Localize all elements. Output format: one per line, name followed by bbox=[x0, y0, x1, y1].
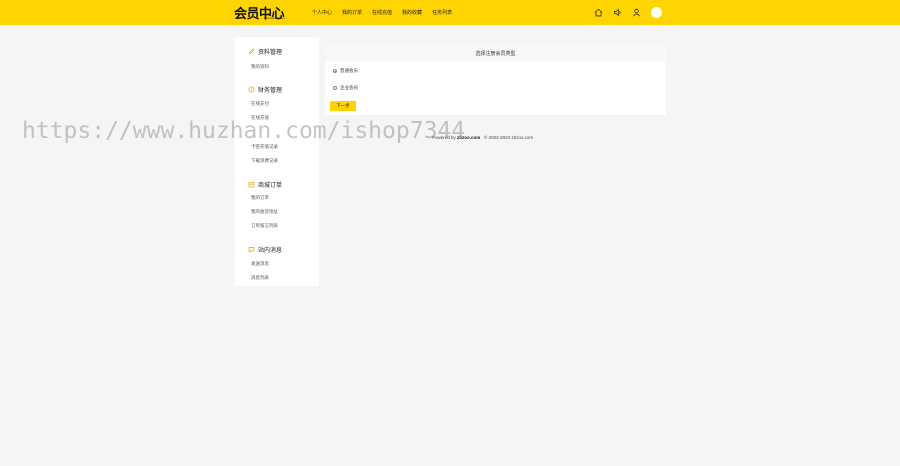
option-regular-member[interactable]: 普通会员 bbox=[333, 68, 358, 74]
sidebar-item-card-recharge-log[interactable]: 卡密充值记录 bbox=[251, 144, 278, 150]
sidebar-section-messages: 站内消息 bbox=[248, 245, 282, 254]
sidebar-section-profile: 资料管理 bbox=[248, 47, 282, 56]
sidebar-item-my-profile[interactable]: 我的资料 bbox=[251, 64, 269, 70]
nav-item-tasks[interactable]: 任务列表 bbox=[432, 9, 452, 16]
nav-item-recharge[interactable]: 在线充值 bbox=[372, 9, 392, 16]
sidebar-item-message-list[interactable]: 消息列表 bbox=[251, 275, 269, 281]
sidebar-section-title: 资料管理 bbox=[258, 50, 283, 56]
main-nav: 个人中心 我的订单 在线充值 我的收藏 任务列表 bbox=[312, 9, 452, 16]
avatar[interactable] bbox=[651, 7, 662, 18]
message-icon bbox=[248, 246, 255, 253]
radio-regular[interactable] bbox=[333, 69, 337, 73]
top-header: 会员中心 Member Center 个人中心 我的订单 在线充值 我的收藏 任… bbox=[0, 0, 900, 25]
edit-icon bbox=[248, 48, 255, 55]
sidebar-item-send-message[interactable]: 发送消息 bbox=[251, 261, 269, 267]
sidebar-item-order-messages[interactable]: 订单留言列表 bbox=[251, 223, 278, 229]
footer: Powered by zbzoo.com © 2022-2024 zbzoo.c… bbox=[432, 135, 533, 140]
header-icons bbox=[592, 6, 662, 19]
sidebar-item-address[interactable]: 我的收货地址 bbox=[251, 209, 278, 215]
home-icon[interactable] bbox=[592, 7, 604, 19]
nav-item-member-center[interactable]: 个人中心 bbox=[312, 9, 332, 16]
panel-title: 选择注册会员类型 bbox=[325, 44, 666, 62]
sidebar-item-my-orders[interactable]: 我的订单 bbox=[251, 195, 269, 201]
option-label: 企业会员 bbox=[340, 85, 358, 90]
next-step-button[interactable]: 下一步 bbox=[330, 101, 356, 111]
sidebar-section-orders: 商城订单 bbox=[248, 180, 282, 189]
sidebar-item-online-pay[interactable]: 在线支付 bbox=[251, 101, 269, 107]
nav-item-favorites[interactable]: 我的收藏 bbox=[402, 9, 422, 16]
user-icon[interactable] bbox=[630, 7, 642, 19]
sidebar-item-online-recharge[interactable]: 在线充值 bbox=[251, 115, 269, 121]
sidebar-section-finance: 财务管理 bbox=[248, 85, 282, 94]
option-label: 普通会员 bbox=[340, 68, 358, 73]
sidebar-section-title: 商城订单 bbox=[258, 183, 283, 189]
order-icon bbox=[248, 181, 255, 188]
sidebar-section-title: 站内消息 bbox=[258, 248, 283, 254]
member-type-panel: 选择注册会员类型 普通会员 企业会员 下一步 bbox=[325, 44, 666, 115]
logo-subtext: Member Center bbox=[264, 16, 285, 20]
sidebar-section-title: 财务管理 bbox=[258, 88, 283, 94]
sidebar: 资料管理 我的资料 财务管理 在线支付 在线充值 卡密充值记录 下载消费记录 商… bbox=[235, 37, 319, 286]
logo[interactable]: 会员中心 Member Center bbox=[234, 3, 294, 22]
option-enterprise-member[interactable]: 企业会员 bbox=[333, 85, 358, 91]
sidebar-item-download-log[interactable]: 下载消费记录 bbox=[251, 158, 278, 164]
powered-by-label: Powered by bbox=[432, 135, 456, 140]
radio-enterprise[interactable] bbox=[333, 86, 337, 90]
nav-item-my-orders[interactable]: 我的订单 bbox=[342, 9, 362, 16]
powered-by-link[interactable]: zbzoo.com bbox=[457, 135, 480, 140]
copyright: © 2022-2024 zbzoo.com bbox=[484, 135, 534, 140]
speaker-icon[interactable] bbox=[611, 7, 623, 19]
coin-icon bbox=[248, 86, 255, 93]
